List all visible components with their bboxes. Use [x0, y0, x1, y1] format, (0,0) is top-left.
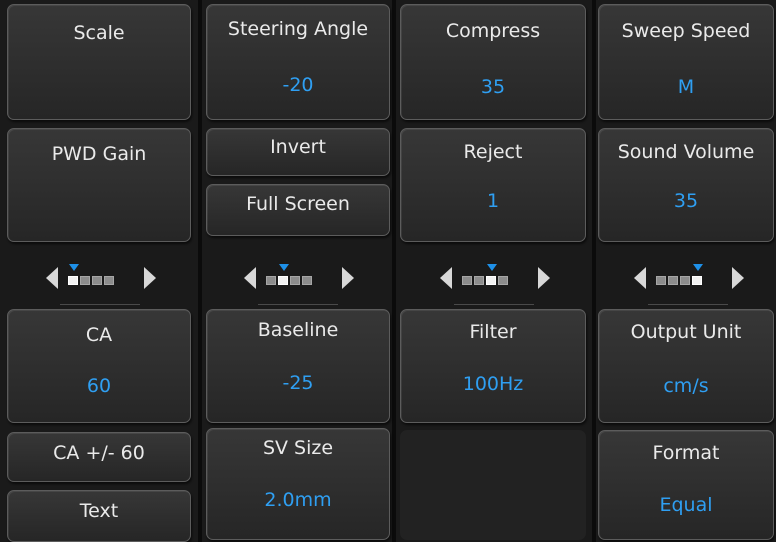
- page-marker-icon: [69, 264, 79, 271]
- steering-angle-button[interactable]: Steering Angle -20: [206, 4, 390, 120]
- filter-button[interactable]: Filter 100Hz: [400, 309, 586, 423]
- ca-button[interactable]: CA 60: [7, 309, 191, 423]
- page-dots: [266, 262, 322, 292]
- page-marker-icon: [693, 264, 703, 271]
- compress-value: 35: [480, 76, 506, 98]
- page-indicator-2: [238, 262, 358, 292]
- sv-size-value: 2.0mm: [264, 489, 332, 511]
- page-indicator-3: [434, 262, 554, 292]
- sweep-speed-label: Sweep Speed: [621, 20, 751, 42]
- page-indicator-1: [40, 262, 160, 292]
- compress-button[interactable]: Compress 35: [400, 4, 586, 120]
- separator: [454, 304, 534, 305]
- column-2: Steering Angle -20 Invert Full Screen Ba…: [202, 0, 392, 542]
- page-right-icon[interactable]: [538, 267, 550, 289]
- baseline-value: -25: [282, 372, 314, 394]
- text-button[interactable]: Text: [7, 490, 191, 542]
- baseline-label: Baseline: [257, 319, 339, 341]
- filter-label: Filter: [469, 321, 517, 343]
- page-dots: [656, 262, 712, 292]
- page-left-icon[interactable]: [244, 267, 256, 289]
- pwd-gain-button[interactable]: PWD Gain: [7, 128, 191, 242]
- full-screen-label: Full Screen: [246, 193, 350, 215]
- page-right-icon[interactable]: [144, 267, 156, 289]
- reject-label: Reject: [463, 141, 523, 163]
- sweep-speed-value: M: [677, 76, 695, 98]
- steering-angle-value: -20: [282, 74, 314, 96]
- column-4: Sweep Speed M Sound Volume 35 Output Uni…: [596, 0, 776, 542]
- format-button[interactable]: Format Equal: [598, 430, 774, 540]
- baseline-button[interactable]: Baseline -25: [206, 309, 390, 423]
- sv-size-label: SV Size: [262, 437, 334, 459]
- column-1: Scale PWD Gain CA 60 CA +/- 60 Text: [0, 0, 198, 542]
- text-label: Text: [79, 500, 119, 522]
- page-dots: [68, 262, 124, 292]
- separator: [60, 304, 140, 305]
- sv-size-button[interactable]: SV Size 2.0mm: [206, 428, 390, 540]
- invert-button[interactable]: Invert: [206, 128, 390, 176]
- page-left-icon[interactable]: [46, 267, 58, 289]
- sound-volume-button[interactable]: Sound Volume 35: [598, 128, 774, 242]
- page-right-icon[interactable]: [342, 267, 354, 289]
- output-unit-button[interactable]: Output Unit cm/s: [598, 309, 774, 423]
- ca-label: CA: [85, 324, 113, 346]
- scale-button[interactable]: Scale: [7, 4, 191, 120]
- ca-range-label: CA +/- 60: [53, 442, 145, 464]
- output-unit-value: cm/s: [663, 375, 709, 397]
- format-label: Format: [652, 442, 720, 464]
- page-marker-icon: [279, 264, 289, 271]
- steering-angle-label: Steering Angle: [227, 18, 369, 40]
- page-left-icon[interactable]: [634, 267, 646, 289]
- scale-label: Scale: [73, 22, 125, 44]
- page-right-icon[interactable]: [732, 267, 744, 289]
- filter-value: 100Hz: [462, 373, 524, 395]
- page-marker-icon: [487, 264, 497, 271]
- ca-value: 60: [86, 375, 112, 397]
- page-indicator-4: [628, 262, 748, 292]
- empty-slot: [400, 430, 586, 540]
- separator: [258, 304, 338, 305]
- reject-button[interactable]: Reject 1: [400, 128, 586, 242]
- page-left-icon[interactable]: [440, 267, 452, 289]
- ca-range-button[interactable]: CA +/- 60: [7, 432, 191, 482]
- reject-value: 1: [486, 190, 500, 212]
- column-3: Compress 35 Reject 1 Filter 100Hz: [396, 0, 592, 542]
- page-dots: [462, 262, 518, 292]
- full-screen-button[interactable]: Full Screen: [206, 184, 390, 236]
- pwd-gain-label: PWD Gain: [51, 143, 147, 165]
- format-value: Equal: [659, 494, 713, 516]
- sound-volume-label: Sound Volume: [617, 141, 755, 163]
- separator: [648, 304, 728, 305]
- sound-volume-value: 35: [673, 190, 699, 212]
- output-unit-label: Output Unit: [630, 321, 742, 343]
- sweep-speed-button[interactable]: Sweep Speed M: [598, 4, 774, 120]
- compress-label: Compress: [445, 20, 541, 42]
- invert-label: Invert: [270, 136, 326, 158]
